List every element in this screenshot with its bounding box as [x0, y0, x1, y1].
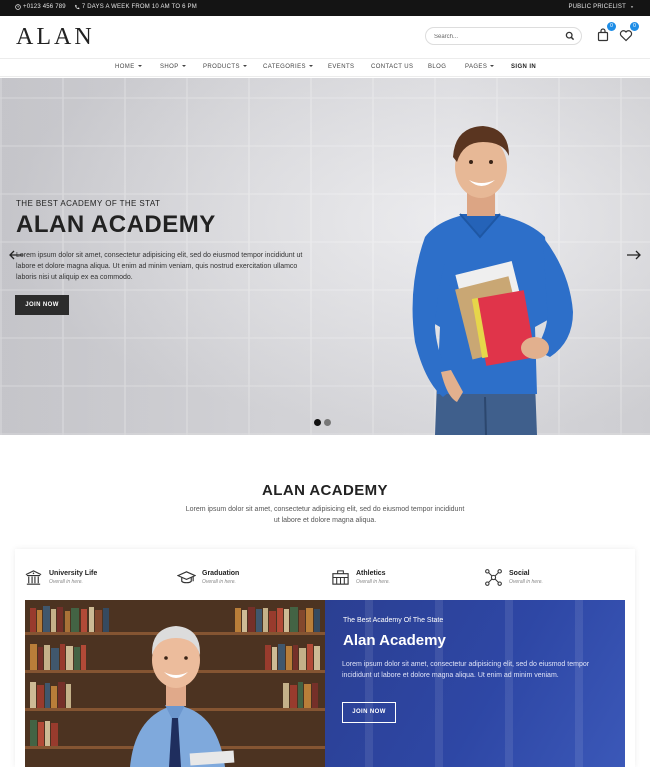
- promo-subtitle: The Best Academy Of The State: [343, 617, 444, 624]
- nav-label: PRODUCTS: [203, 64, 240, 70]
- nav-label: SHOP: [160, 64, 179, 70]
- cart-count-badge: 0: [607, 22, 616, 31]
- feature-subtitle: Overall in here.: [509, 578, 543, 585]
- promo-description: Lorem ipsum dolor sit amet, consectetur …: [342, 661, 590, 679]
- hero-description: Lorem ipsum dolor sit amet, consectetur …: [16, 252, 303, 281]
- header: ALAN 0 0: [0, 16, 650, 58]
- phone-icon: [74, 4, 80, 10]
- logo[interactable]: ALAN: [16, 24, 95, 51]
- student-image: [412, 126, 573, 435]
- caret-down-icon: [242, 65, 247, 67]
- caret-down-icon: [308, 65, 313, 67]
- nav-item-pages[interactable]: PAGES: [465, 64, 495, 70]
- feature-title: University Life: [49, 569, 98, 577]
- hero-slider: THE BEST ACADEMY OF THE STAT ALAN ACADEM…: [0, 78, 650, 435]
- nav-label: CONTACT US: [371, 64, 414, 70]
- nav-item-products[interactable]: PRODUCTS: [203, 64, 247, 70]
- feature-graduation[interactable]: Graduation Overall in here.: [177, 567, 239, 587]
- top-bar-hours: 7 DAYS A WEEK FROM 10 AM TO 6 PM: [74, 4, 197, 10]
- caret-down-icon: [137, 65, 142, 67]
- top-bar: +0123 456 789 7 DAYS A WEEK FROM 10 AM T…: [0, 0, 650, 16]
- top-bar-phone: +0123 456 789: [15, 4, 66, 10]
- nav-item-contact-us[interactable]: CONTACT US: [371, 64, 413, 70]
- nav-item-events[interactable]: EVENTS: [328, 64, 354, 70]
- arrow-right-icon[interactable]: [626, 249, 642, 261]
- pricelist-label: PUBLIC PRICELIST: [568, 4, 626, 10]
- feature-athletics[interactable]: Athletics Overall in here.: [331, 567, 390, 587]
- promo-join-now-button[interactable]: JOIN NOW: [342, 702, 396, 723]
- clock-icon: [15, 4, 21, 10]
- join-now-button[interactable]: JOIN NOW: [15, 295, 69, 315]
- nav-item-categories[interactable]: CATEGORIES: [263, 64, 313, 70]
- cart-button[interactable]: 0: [595, 22, 616, 43]
- search-box: [425, 27, 582, 45]
- nav-item-home[interactable]: HOME: [115, 64, 142, 70]
- nav-label: BLOG: [428, 64, 447, 70]
- search-icon[interactable]: [565, 31, 575, 41]
- caret-down-icon: [630, 6, 634, 8]
- feature-subtitle: Overall in here.: [356, 578, 390, 585]
- feature-subtitle: Overall in here.: [202, 578, 236, 585]
- feature-subtitle: Overall in here.: [49, 578, 83, 585]
- nav-item-sign-in[interactable]: SIGN IN: [511, 64, 536, 70]
- caret-down-icon: [490, 65, 495, 67]
- nav-item-shop[interactable]: SHOP: [160, 64, 186, 70]
- nav-label: CATEGORIES: [263, 64, 306, 70]
- wishlist-count-badge: 0: [630, 22, 639, 31]
- nav-label: EVENTS: [328, 64, 355, 70]
- nav-label: PAGES: [465, 64, 488, 70]
- feature-title: Social: [509, 569, 530, 577]
- search-input[interactable]: [434, 31, 554, 42]
- hours-text: 7 DAYS A WEEK FROM 10 AM TO 6 PM: [81, 4, 197, 10]
- teacher-image: [25, 600, 325, 767]
- top-bar-contact: +0123 456 789 7 DAYS A WEEK FROM 10 AM T…: [15, 4, 197, 10]
- section-description: Lorem ipsum dolor sit amet, consectetur …: [185, 506, 465, 524]
- graduation-cap-icon: [177, 570, 196, 583]
- feature-university-life[interactable]: University Life Overall in here.: [24, 567, 97, 587]
- nav-label: HOME: [115, 64, 135, 70]
- caret-down-icon: [181, 65, 186, 67]
- stadium-icon: [332, 569, 349, 585]
- slider-dot-2[interactable]: [324, 419, 331, 426]
- feature-title: Athletics: [356, 569, 386, 577]
- promo-panel: The Best Academy Of The State Alan Acade…: [325, 600, 625, 767]
- pricelist-dropdown[interactable]: PUBLIC PRICELIST: [568, 4, 635, 10]
- slider-dot-1[interactable]: [314, 419, 321, 426]
- columns-background: [325, 600, 625, 767]
- university-building-icon: [25, 569, 42, 585]
- hero-subtitle: THE BEST ACADEMY OF THE STAT: [16, 199, 161, 208]
- arrow-left-icon[interactable]: [8, 249, 24, 261]
- feature-title: Graduation: [202, 569, 240, 577]
- nav-label: SIGN IN: [511, 64, 537, 70]
- phone-text: +0123 456 789: [23, 4, 66, 10]
- nav-item-blog[interactable]: BLOG: [428, 64, 446, 70]
- network-icon: [485, 568, 502, 586]
- slider-pagination: [314, 419, 331, 426]
- main-nav: HOME SHOP PRODUCTS CATEGORIES EVENTS CON…: [0, 58, 650, 77]
- wishlist-button[interactable]: 0: [618, 22, 639, 43]
- section-title: ALAN ACADEMY: [262, 482, 388, 499]
- promo-title: Alan Academy: [343, 632, 446, 649]
- feature-social[interactable]: Social Overall in here.: [484, 567, 543, 587]
- hero-title: ALAN ACADEMY: [16, 211, 216, 238]
- teacher-photo: [25, 600, 325, 767]
